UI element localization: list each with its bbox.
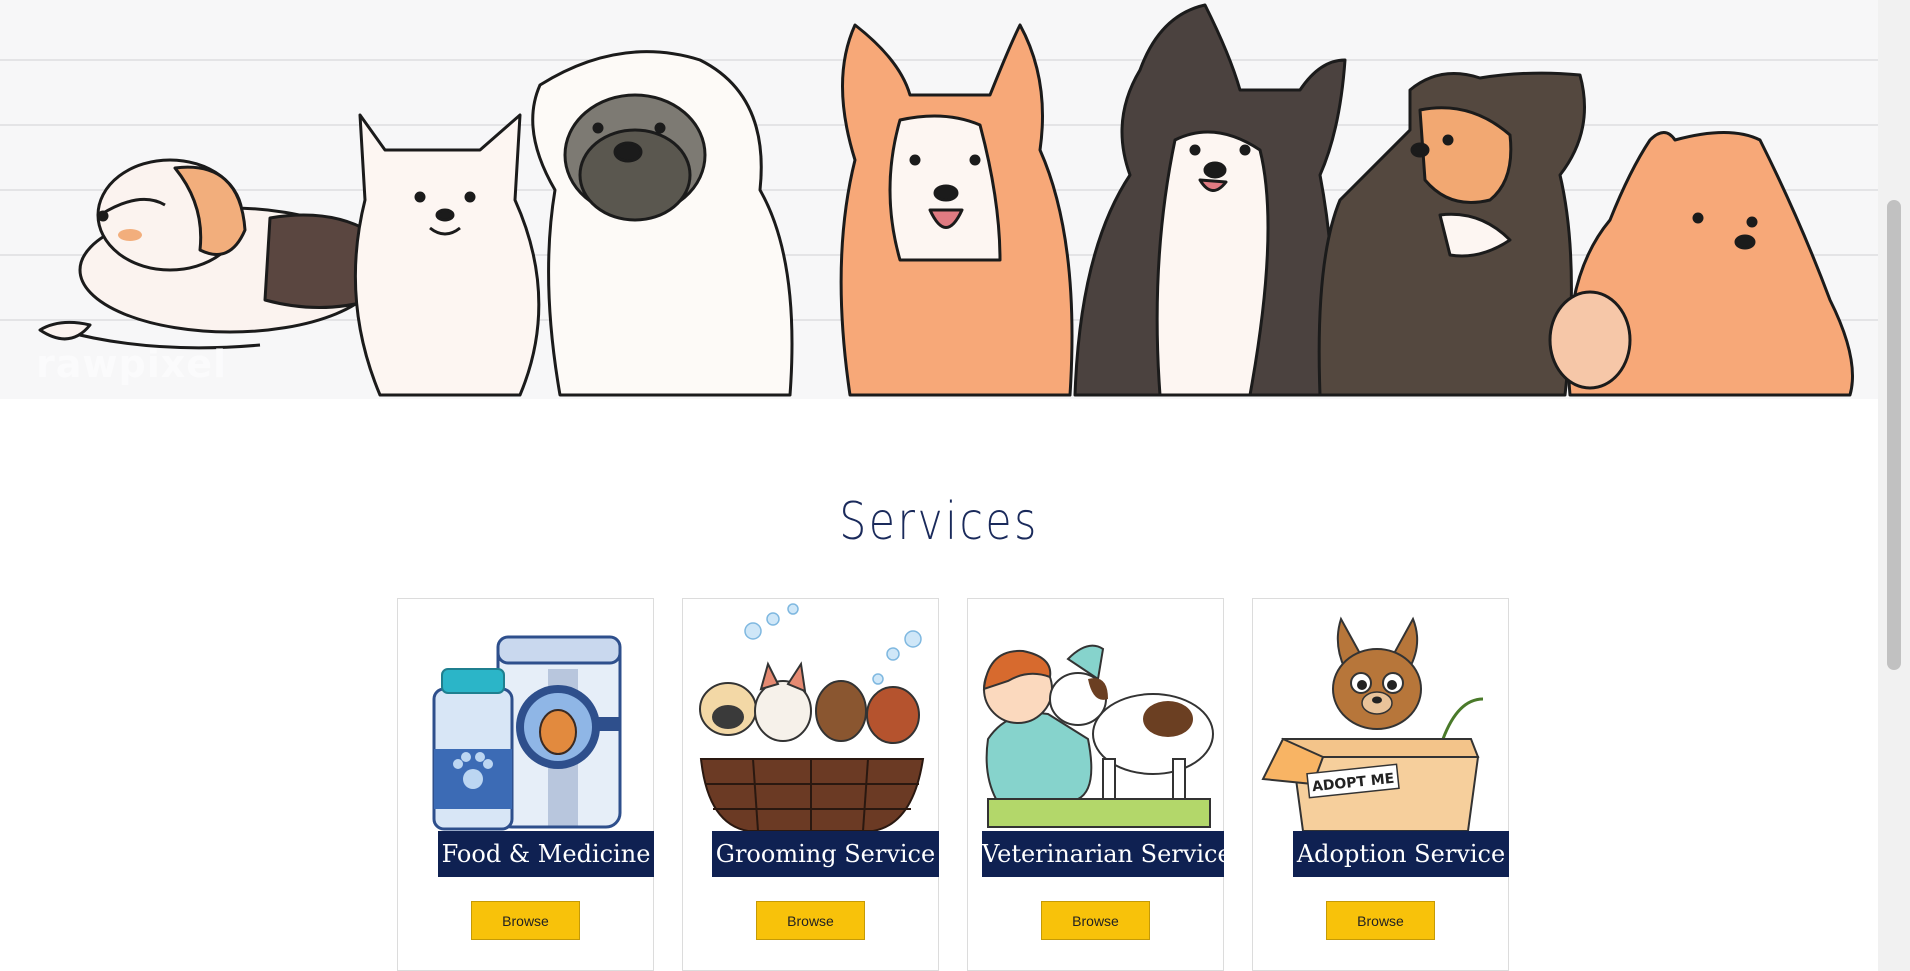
browse-button-grooming[interactable]: Browse [756, 901, 865, 940]
scrollbar-thumb[interactable] [1887, 200, 1901, 670]
veterinarian-icon [982, 644, 1214, 828]
browse-button-veterinarian[interactable]: Browse [1041, 901, 1150, 940]
hero-banner: rawpixel [0, 0, 1878, 399]
service-card-veterinarian: Veterinarian Service Browse [967, 598, 1232, 971]
browse-button-adoption[interactable]: Browse [1326, 901, 1435, 940]
services-heading: Services [839, 492, 1039, 552]
page-scrollbar[interactable] [1878, 0, 1910, 971]
card-label-adoption: Adoption Service [1293, 831, 1509, 877]
card-label-veterinarian: Veterinarian Service [982, 831, 1232, 877]
shiba-dog [1548, 131, 1854, 397]
service-card-food-medicine: Food & Medicine Browse [397, 598, 654, 971]
browse-button-food-medicine[interactable]: Browse [471, 901, 580, 940]
collie-dog [1317, 71, 1586, 397]
service-card-grooming: Grooming Service Browse [682, 598, 939, 971]
dogs-illustration [0, 3, 1878, 397]
white-spitz-dog [353, 113, 541, 397]
adoption-icon: ADOPT ME [1261, 616, 1484, 832]
grooming-icon [699, 603, 925, 832]
shih-tzu-dog [531, 50, 794, 397]
service-card-adoption: ADOPT ME Adoption Service Browse [1252, 598, 1509, 971]
corgi-dog [839, 23, 1074, 397]
card-label-grooming: Grooming Service [712, 831, 939, 877]
card-label-food-medicine: Food & Medicine [438, 831, 654, 877]
husky-dog [1073, 3, 1347, 397]
food-medicine-icon [432, 635, 622, 831]
watermark-text: rawpixel [36, 342, 228, 386]
